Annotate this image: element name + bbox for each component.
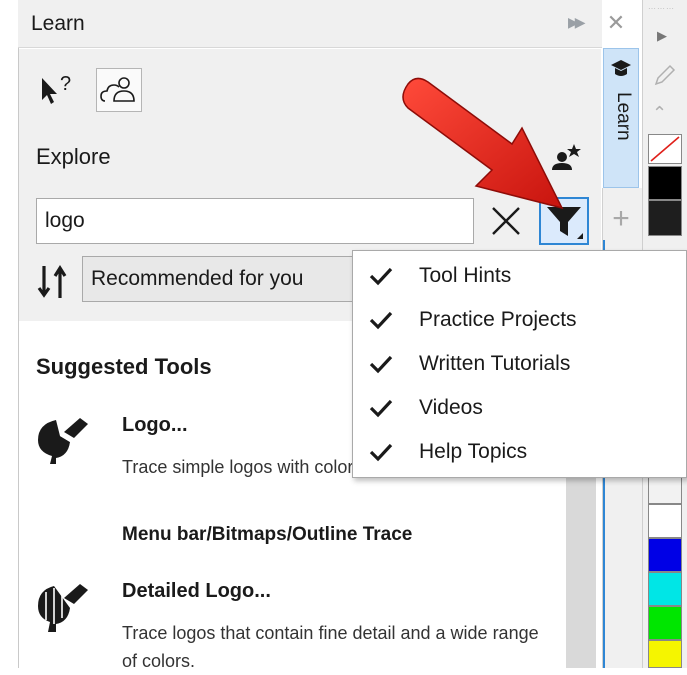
menu-item-videos[interactable]: Videos xyxy=(353,386,687,430)
color-swatch[interactable] xyxy=(648,640,682,668)
palette-grip[interactable]: ⋯⋯⋯ xyxy=(648,4,682,14)
user-star-icon xyxy=(552,144,581,170)
tab-learn-label: Learn xyxy=(613,92,634,141)
svg-text:?: ? xyxy=(60,73,71,95)
clear-search-button[interactable] xyxy=(486,200,526,242)
whats-this-button[interactable]: ? xyxy=(36,70,82,110)
whats-this-icon: ? xyxy=(42,73,71,104)
checkmark-icon xyxy=(369,267,393,286)
swatch-no-color[interactable] xyxy=(648,134,682,164)
menu-item-label: Practice Projects xyxy=(419,308,577,331)
checkmark-icon xyxy=(369,399,393,418)
color-swatch[interactable] xyxy=(648,606,682,640)
color-swatch[interactable] xyxy=(648,504,682,538)
search-input[interactable] xyxy=(36,198,474,244)
docker-title: Learn xyxy=(31,12,85,35)
filter-menu: Tool Hints Practice Projects Written Tut… xyxy=(352,250,687,478)
menu-item-tool-hints[interactable]: Tool Hints xyxy=(353,254,687,298)
cloud-user-icon xyxy=(100,77,135,102)
add-tab-button[interactable]: + xyxy=(606,204,636,234)
logo-trace-icon xyxy=(34,412,100,474)
tool-description: Trace logos that contain fine detail and… xyxy=(122,623,539,671)
filter-funnel-icon xyxy=(547,207,583,239)
palette-flyout-icon[interactable]: ▶ xyxy=(657,28,667,44)
eyedropper-icon[interactable] xyxy=(652,62,678,88)
menu-item-help-topics[interactable]: Help Topics xyxy=(353,430,687,474)
section-heading: Suggested Tools xyxy=(36,354,212,379)
tool-menu-path: Menu bar/Bitmaps/Outline Trace xyxy=(122,524,413,545)
checkmark-icon xyxy=(369,311,393,330)
menu-item-label: Tool Hints xyxy=(419,264,512,287)
color-swatch[interactable] xyxy=(648,200,682,236)
expert-user-button[interactable] xyxy=(545,140,583,178)
menu-item-label: Written Tutorials xyxy=(419,352,571,375)
sort-dropdown[interactable]: Recommended for you xyxy=(82,256,368,302)
cloud-user-button[interactable] xyxy=(96,68,142,112)
menu-item-practice-projects[interactable]: Practice Projects xyxy=(353,298,687,342)
checkmark-icon xyxy=(369,443,393,462)
tool-title[interactable]: Detailed Logo... xyxy=(122,580,271,603)
checkmark-icon xyxy=(369,355,393,374)
tool-title[interactable]: Logo... xyxy=(122,414,188,437)
close-icon xyxy=(492,207,520,235)
menu-item-written-tutorials[interactable]: Written Tutorials xyxy=(353,342,687,386)
sort-order-icon[interactable] xyxy=(36,262,76,302)
docker-header xyxy=(18,0,602,48)
color-swatch[interactable] xyxy=(648,572,682,606)
menu-item-label: Help Topics xyxy=(419,440,528,463)
graduation-cap-icon xyxy=(609,56,633,80)
menu-item-label: Videos xyxy=(419,396,483,419)
close-docker-button[interactable]: ✕ xyxy=(605,10,627,36)
scroll-up-icon[interactable]: ⌃ xyxy=(652,103,667,124)
filter-button[interactable] xyxy=(539,197,589,245)
color-swatch[interactable] xyxy=(648,538,682,572)
detailed-logo-trace-icon xyxy=(34,578,100,640)
explore-label: Explore xyxy=(36,144,111,169)
color-swatch[interactable] xyxy=(648,166,682,200)
collapse-docker-icon[interactable]: ▶▶ xyxy=(568,14,588,34)
